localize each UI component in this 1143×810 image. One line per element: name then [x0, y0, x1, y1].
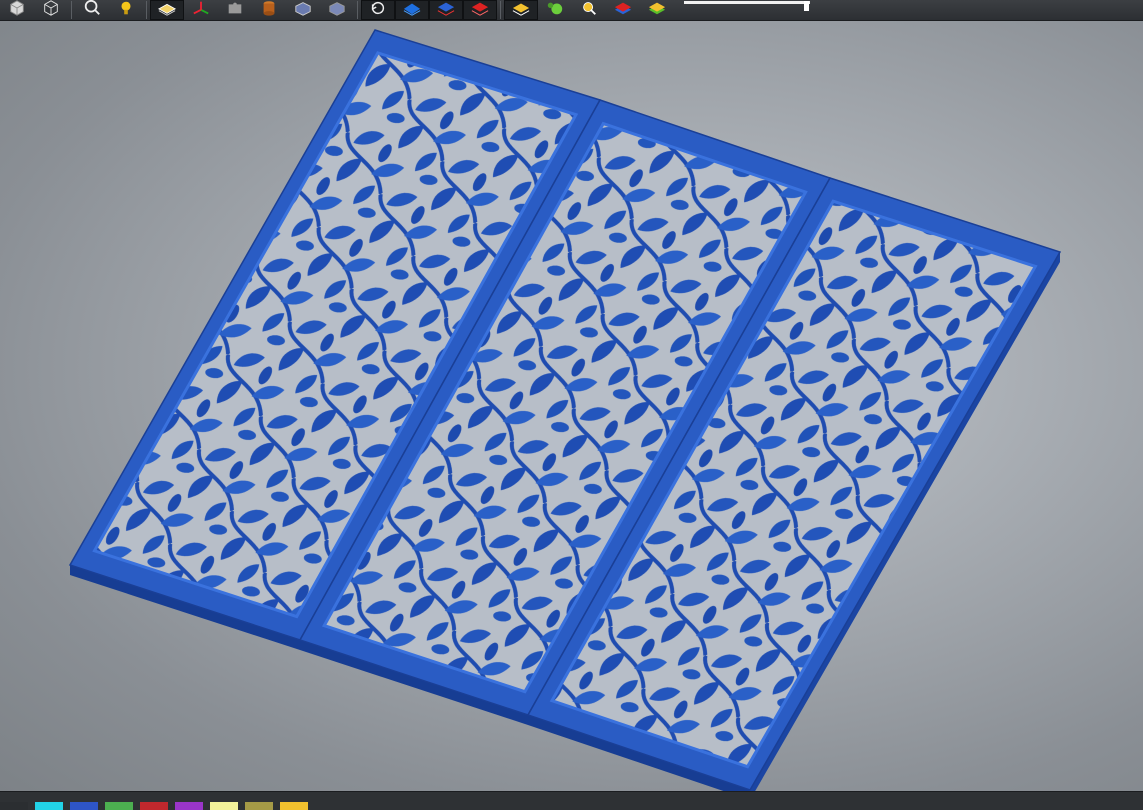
red-layer-button[interactable] — [463, 0, 497, 20]
stack-green-button[interactable] — [640, 0, 674, 20]
puzzle-button[interactable] — [218, 0, 252, 20]
blue-layer-button[interactable] — [395, 0, 429, 20]
layer-plate-icon — [156, 0, 178, 20]
model-render[interactable] — [0, 21, 1143, 791]
cylinder-icon — [258, 0, 280, 20]
solid-view-icon — [6, 0, 28, 20]
solid-view-button[interactable] — [0, 0, 34, 20]
3d-viewport[interactable] — [0, 21, 1143, 791]
layer-plate-button[interactable] — [150, 0, 184, 20]
red-blue-layers-button[interactable] — [429, 0, 463, 20]
gold-layer-button[interactable] — [504, 0, 538, 20]
red-layer-icon — [469, 0, 491, 20]
axes-icon — [190, 0, 212, 20]
axes-button[interactable] — [184, 0, 218, 20]
cylinder-button[interactable] — [252, 0, 286, 20]
lightbulb-icon — [115, 0, 137, 20]
gold-layer-icon — [510, 0, 532, 20]
green-blob-button[interactable] — [538, 0, 572, 20]
red-blue-layers-icon — [435, 0, 457, 20]
inspect-icon — [578, 0, 600, 20]
box-view-button[interactable] — [286, 0, 320, 20]
green-blob-icon — [544, 0, 566, 20]
view-slider[interactable] — [684, 1, 810, 19]
slider-track — [684, 1, 810, 4]
lightbulb-button[interactable] — [109, 0, 143, 20]
toolbar-separator — [146, 1, 147, 19]
zoom-icon — [81, 0, 103, 20]
stack-icon — [612, 0, 634, 20]
box-shaded-icon — [326, 0, 348, 20]
toolbar-separator — [71, 1, 72, 19]
toolbar-separator — [357, 1, 358, 19]
carved-panels[interactable] — [68, 29, 1062, 791]
toolbar-separator — [500, 1, 501, 19]
inspect-button[interactable] — [572, 0, 606, 20]
toolbar — [0, 0, 1143, 21]
color-palette — [0, 791, 1143, 810]
stack-green-icon — [646, 0, 668, 20]
rotate-reset-button[interactable] — [361, 0, 395, 20]
slider-thumb[interactable] — [804, 1, 810, 11]
rotate-reset-icon — [367, 0, 389, 20]
wireframe-view-icon — [40, 0, 62, 20]
stack-button[interactable] — [606, 0, 640, 20]
zoom-button[interactable] — [75, 0, 109, 20]
box-shaded-button[interactable] — [320, 0, 354, 20]
puzzle-icon — [224, 0, 246, 20]
wireframe-view-button[interactable] — [34, 0, 68, 20]
blue-layer-icon — [401, 0, 423, 20]
box-view-icon — [292, 0, 314, 20]
